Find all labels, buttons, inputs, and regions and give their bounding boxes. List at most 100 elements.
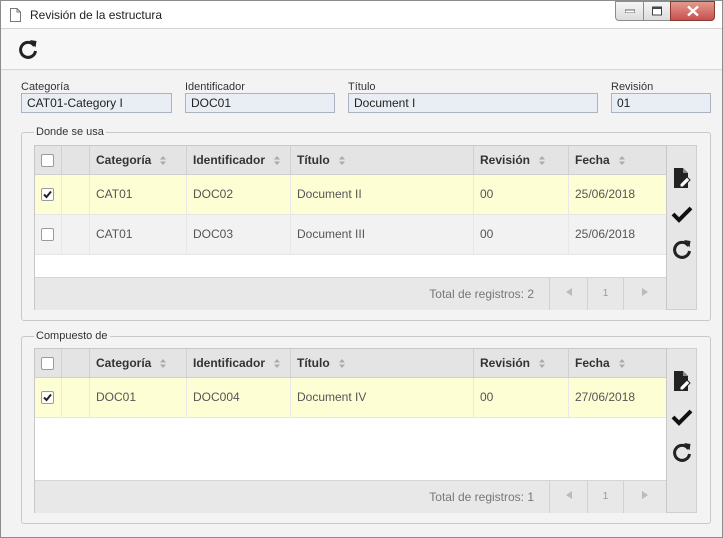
toolbar: [1, 29, 722, 70]
cell-identificador: DOC004: [187, 378, 291, 418]
refresh-icon[interactable]: [671, 238, 693, 260]
select-all-checkbox[interactable]: [41, 357, 54, 370]
sort-icon: [160, 359, 167, 369]
current-page: 1: [587, 481, 623, 513]
row-checkbox[interactable]: [41, 188, 54, 201]
column-label: Título: [297, 153, 330, 167]
prev-page-icon: [565, 288, 572, 296]
column-header-fecha[interactable]: Fecha: [569, 349, 666, 378]
prev-page-button[interactable]: [549, 481, 587, 513]
table-row[interactable]: DOC01 DOC004 Document IV 00 27/06/2018: [35, 378, 666, 418]
column-header-categoria[interactable]: Categoría: [90, 146, 187, 175]
sort-icon: [618, 156, 625, 166]
compuesto-de-group: Compuesto de Categoría Identificador Tít…: [21, 330, 711, 524]
checkmark-icon[interactable]: [671, 406, 693, 428]
row-blank-cell: [62, 175, 90, 215]
cell-fecha: 25/06/2018: [575, 227, 636, 241]
content-area: Categoría CAT01-Category I Identificador…: [1, 71, 722, 537]
edit-document-icon[interactable]: [671, 167, 693, 189]
next-page-icon: [642, 491, 648, 499]
compuesto-de-grid: Categoría Identificador Título Revisión …: [34, 348, 667, 513]
minimize-icon: [624, 9, 635, 13]
dialog-window: Revisión de la estructura Categoría CAT0…: [0, 0, 723, 538]
column-header-titulo[interactable]: Título: [291, 349, 474, 378]
column-header-fecha[interactable]: Fecha: [569, 146, 666, 175]
cell-categoria: CAT01: [90, 215, 187, 255]
select-all-cell: [35, 349, 62, 378]
row-blank-cell: [62, 215, 90, 255]
column-header-categoria[interactable]: Categoría: [90, 349, 187, 378]
sort-icon: [160, 156, 167, 166]
minimize-button[interactable]: [615, 1, 643, 21]
cell-revision: 00: [474, 378, 569, 418]
sort-icon: [539, 359, 546, 369]
column-label: Revisión: [480, 356, 531, 370]
grid-header: Categoría Identificador Título Revisión …: [35, 146, 666, 175]
document-icon: [10, 8, 21, 22]
cell-revision: 00: [474, 175, 569, 215]
cell-fecha: 25/06/2018: [575, 187, 636, 201]
column-header-revision[interactable]: Revisión: [474, 349, 569, 378]
categoria-field[interactable]: CAT01-Category I: [21, 93, 172, 113]
identificador-field[interactable]: DOC01: [185, 93, 335, 113]
column-label: Identificador: [193, 153, 266, 167]
total-records-label: Total de registros: 2: [429, 287, 534, 301]
sort-icon: [338, 156, 345, 166]
next-page-icon: [642, 288, 648, 296]
edit-document-icon[interactable]: [671, 370, 693, 392]
revision-field[interactable]: 01: [611, 93, 711, 113]
compuesto-de-legend: Compuesto de: [34, 330, 110, 342]
cell-categoria: CAT01: [90, 175, 187, 215]
donde-se-usa-legend: Donde se usa: [34, 126, 106, 138]
cell-fecha: 27/06/2018: [575, 390, 636, 404]
identificador-label: Identificador: [185, 81, 245, 93]
sort-icon: [618, 359, 625, 369]
titulo-field[interactable]: Document I: [348, 93, 598, 113]
categoria-label: Categoría: [21, 81, 70, 93]
blank-header-cell: [62, 349, 90, 378]
cell-revision: 00: [474, 215, 569, 255]
checkmark-icon[interactable]: [671, 203, 693, 225]
titulo-label: Título: [348, 81, 376, 93]
cell-identificador: DOC03: [187, 215, 291, 255]
grid-footer: Total de registros: 1 1: [35, 480, 666, 513]
next-page-button[interactable]: [623, 278, 666, 310]
column-label: Categoría: [96, 356, 152, 370]
current-page: 1: [587, 278, 623, 310]
cell-titulo: Document IV: [291, 378, 474, 418]
donde-se-usa-actions: [667, 145, 697, 310]
row-select-cell: [35, 378, 62, 418]
title-bar: Revisión de la estructura: [1, 1, 722, 29]
grid-header: Categoría Identificador Título Revisión …: [35, 349, 666, 378]
column-label: Revisión: [480, 153, 531, 167]
blank-header-cell: [62, 146, 90, 175]
donde-se-usa-grid: Categoría Identificador Título Revisión …: [34, 145, 667, 310]
column-label: Fecha: [575, 153, 610, 167]
select-all-checkbox[interactable]: [41, 154, 54, 167]
prev-page-button[interactable]: [549, 278, 587, 310]
row-checkbox[interactable]: [41, 228, 54, 241]
column-label: Identificador: [193, 356, 266, 370]
refresh-icon[interactable]: [17, 38, 39, 60]
checkmark-icon: [43, 393, 52, 402]
table-row[interactable]: CAT01 DOC03 Document III 00 25/06/2018: [35, 215, 666, 255]
sort-icon: [274, 359, 281, 369]
checkmark-icon: [43, 190, 52, 199]
cell-titulo: Document II: [291, 175, 474, 215]
revision-label: Revisión: [611, 81, 654, 93]
column-header-identificador[interactable]: Identificador: [187, 349, 291, 378]
refresh-icon[interactable]: [671, 441, 693, 463]
sort-icon: [338, 359, 345, 369]
row-checkbox[interactable]: [41, 391, 54, 404]
maximize-button[interactable]: [643, 1, 670, 21]
row-select-cell: [35, 175, 62, 215]
sort-icon: [274, 156, 281, 166]
table-row[interactable]: CAT01 DOC02 Document II 00 25/06/2018: [35, 175, 666, 215]
column-header-identificador[interactable]: Identificador: [187, 146, 291, 175]
donde-se-usa-group: Donde se usa Categoría Identificador Tít…: [21, 126, 711, 321]
column-header-revision[interactable]: Revisión: [474, 146, 569, 175]
close-button[interactable]: [670, 1, 715, 21]
next-page-button[interactable]: [623, 481, 666, 513]
column-header-titulo[interactable]: Título: [291, 146, 474, 175]
window-title: Revisión de la estructura: [30, 8, 163, 22]
